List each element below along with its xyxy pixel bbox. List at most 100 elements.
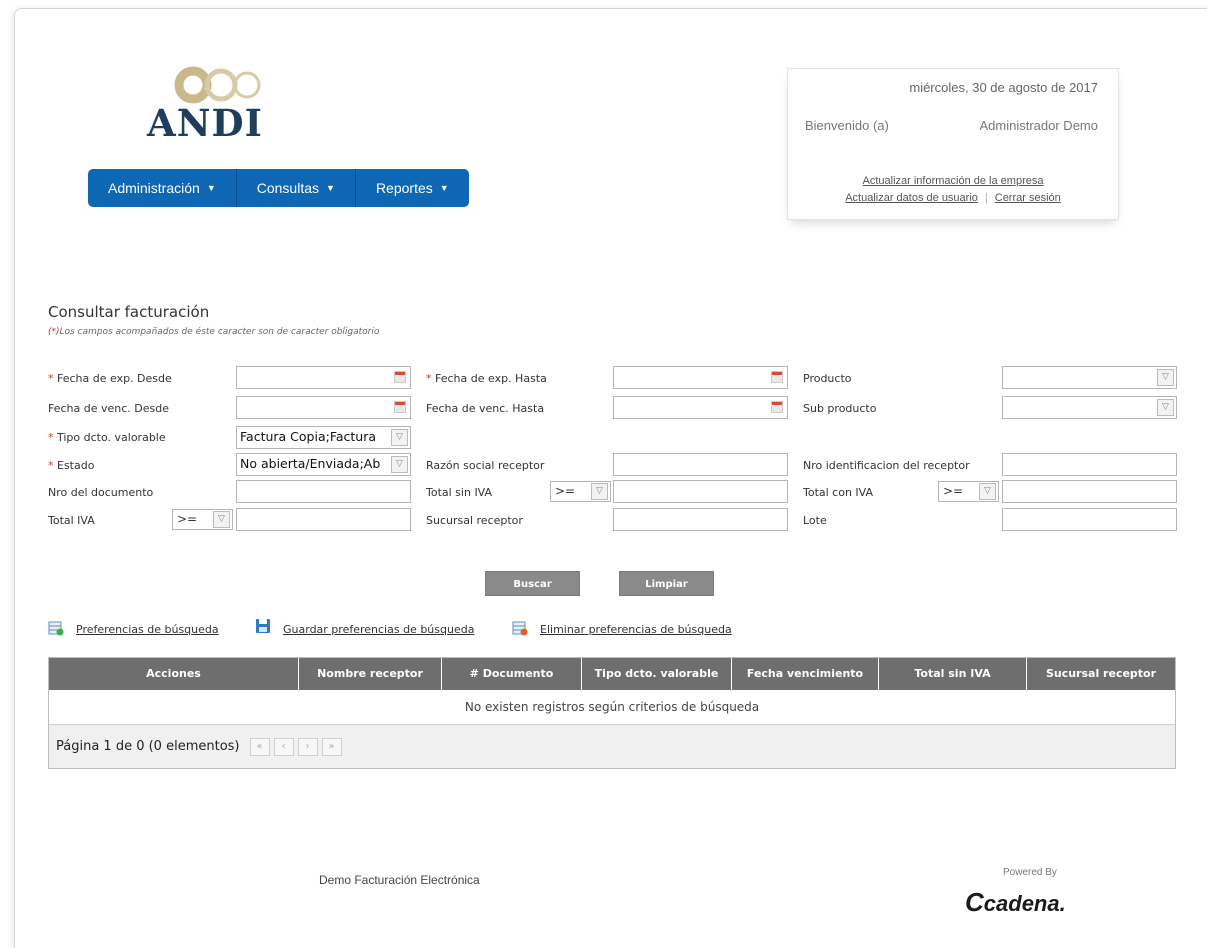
operator-value: >= — [943, 484, 964, 498]
fecha-exp-desde-input[interactable] — [236, 366, 411, 389]
user-links-row: Actualizar datos de usuario | Cerrar sesió… — [788, 192, 1118, 204]
lote-input[interactable] — [1002, 508, 1177, 531]
update-user-link[interactable]: Actualizar datos de usuario — [845, 192, 978, 204]
prev-page-button[interactable]: ‹ — [273, 737, 294, 756]
razon-social-input[interactable] — [613, 453, 788, 476]
company-link-row: Actualizar información de la empresa — [788, 175, 1118, 187]
calendar-icon[interactable] — [771, 371, 783, 383]
chevron-down-icon[interactable]: ▽ — [391, 456, 408, 473]
required-note-text: Los campos acompañados de éste caracter … — [59, 327, 380, 337]
total-iva-operator[interactable]: >= ▽ — [172, 509, 233, 530]
nro-identificacion-input[interactable] — [1002, 453, 1177, 476]
label-text: Fecha de exp. Hasta — [435, 372, 547, 385]
last-page-button[interactable]: » — [321, 737, 342, 756]
total-con-iva-input[interactable] — [1002, 480, 1177, 503]
chevron-down-icon: ▼ — [326, 183, 335, 193]
column-header-nombre-receptor[interactable]: Nombre receptor — [299, 658, 442, 690]
nro-documento-input[interactable] — [236, 480, 411, 503]
logo-text: ANDI — [147, 101, 263, 145]
nav-consultas-label: Consultas — [256, 180, 320, 196]
required-note-mark: (*) — [48, 327, 60, 337]
label-total-sin-iva: Total sin IVA — [426, 486, 493, 499]
table-header: Acciones Nombre receptor # Documento Tip… — [49, 658, 1175, 690]
chevron-down-icon[interactable]: ▽ — [1157, 369, 1174, 386]
required-mark: * — [48, 372, 54, 385]
chevron-down-icon[interactable]: ▽ — [213, 511, 230, 528]
chevron-down-icon: ▼ — [206, 183, 216, 193]
chevron-down-icon[interactable]: ▽ — [979, 483, 996, 500]
cadena-c-icon: C — [965, 887, 984, 917]
label-text: Fecha de exp. Desde — [57, 372, 172, 385]
total-iva-input[interactable] — [236, 508, 411, 531]
label-total-iva: Total IVA — [48, 514, 95, 527]
nav-reportes[interactable]: Reportes ▼ — [356, 169, 469, 207]
save-preferences-link[interactable]: Guardar preferencias de búsqueda — [283, 623, 474, 636]
delete-preferences-icon[interactable] — [512, 620, 528, 636]
cadena-logo[interactable]: Ccadena. — [965, 887, 1066, 918]
chevron-down-icon[interactable]: ▽ — [391, 429, 408, 446]
nav-reportes-label: Reportes — [375, 180, 433, 196]
pagination-info: Página 1 de 0 (0 elementos) — [56, 739, 240, 754]
calendar-icon[interactable] — [394, 371, 406, 383]
andi-logo[interactable]: ANDI — [147, 65, 307, 147]
current-date: miércoles, 30 de agosto de 2017 — [909, 80, 1098, 95]
footer-text: Demo Facturación Electrónica — [319, 873, 480, 887]
chevron-down-icon[interactable]: ▽ — [1157, 399, 1174, 416]
chevron-down-icon[interactable]: ▽ — [591, 483, 608, 500]
save-icon[interactable] — [255, 618, 271, 634]
producto-select[interactable]: ▽ — [1002, 366, 1177, 389]
fecha-venc-hasta-input[interactable] — [613, 396, 788, 419]
required-mark: * — [48, 459, 54, 472]
search-preferences-icon[interactable] — [48, 620, 64, 636]
label-razon-social: Razón social receptor — [426, 459, 545, 472]
sucursal-receptor-input[interactable] — [613, 508, 788, 531]
label-nro-documento: Nro del documento — [48, 486, 154, 499]
welcome-label: Bienvenido (a) — [805, 118, 889, 133]
calendar-icon[interactable] — [771, 401, 783, 413]
chevron-down-icon: ▼ — [439, 183, 449, 193]
page-container: ANDI Administración ▼ Consultas ▼ Report… — [14, 8, 1207, 948]
nav-administracion[interactable]: Administración ▼ — [88, 169, 237, 207]
column-header-documento[interactable]: # Documento — [442, 658, 582, 690]
column-header-tipo-dcto[interactable]: Tipo dcto. valorable — [582, 658, 732, 690]
label-total-con-iva: Total con IVA — [803, 486, 874, 499]
search-preferences-link[interactable]: Preferencias de búsqueda — [76, 623, 219, 636]
fecha-venc-desde-input[interactable] — [236, 396, 411, 419]
label-tipo-dcto: * Tipo dcto. valorable — [48, 431, 166, 444]
nav-administracion-label: Administración — [108, 180, 200, 196]
estado-select[interactable]: No abierta/Enviada;Ab ▽ — [236, 453, 411, 476]
search-button[interactable]: Buscar — [485, 571, 580, 596]
tipo-dcto-value: Factura Copia;Factura — [240, 429, 377, 444]
update-company-link[interactable]: Actualizar información de la empresa — [863, 175, 1044, 187]
nav-consultas[interactable]: Consultas ▼ — [237, 169, 356, 207]
label-lote: Lote — [803, 514, 827, 527]
total-sin-iva-operator[interactable]: >= ▽ — [550, 481, 611, 502]
tipo-dcto-select[interactable]: Factura Copia;Factura ▽ — [236, 426, 411, 449]
logout-link[interactable]: Cerrar sesión — [995, 192, 1061, 204]
user-info-box: miércoles, 30 de agosto de 2017 Bienveni… — [787, 68, 1119, 220]
label-estado: * Estado — [48, 459, 94, 472]
label-fecha-exp-desde: * Fecha de exp. Desde — [48, 372, 172, 385]
required-mark: * — [48, 431, 54, 444]
delete-preferences-link[interactable]: Eliminar preferencias de búsqueda — [540, 623, 732, 636]
estado-value: No abierta/Enviada;Ab — [240, 456, 381, 471]
calendar-icon[interactable] — [394, 401, 406, 413]
fecha-exp-hasta-input[interactable] — [613, 366, 788, 389]
clear-button[interactable]: Limpiar — [619, 571, 714, 596]
first-page-button[interactable]: « — [249, 737, 270, 756]
total-sin-iva-input[interactable] — [613, 480, 788, 503]
column-header-fecha-vencimiento[interactable]: Fecha vencimiento — [732, 658, 879, 690]
sub-producto-select[interactable]: ▽ — [1002, 396, 1177, 419]
label-producto: Producto — [803, 372, 852, 385]
required-mark: * — [426, 372, 432, 385]
column-header-acciones[interactable]: Acciones — [49, 658, 299, 690]
page-title: Consultar facturación — [48, 303, 210, 321]
column-header-total-sin-iva[interactable]: Total sin IVA — [879, 658, 1027, 690]
results-table: Acciones Nombre receptor # Documento Tip… — [48, 657, 1176, 769]
user-name: Administrador Demo — [979, 118, 1099, 133]
total-con-iva-operator[interactable]: >= ▽ — [938, 481, 999, 502]
next-page-button[interactable]: › — [297, 737, 318, 756]
powered-by-label: Powered By — [1003, 867, 1057, 878]
column-header-sucursal-receptor[interactable]: Sucursal receptor — [1027, 658, 1175, 690]
logo-rings-icon — [174, 66, 261, 104]
